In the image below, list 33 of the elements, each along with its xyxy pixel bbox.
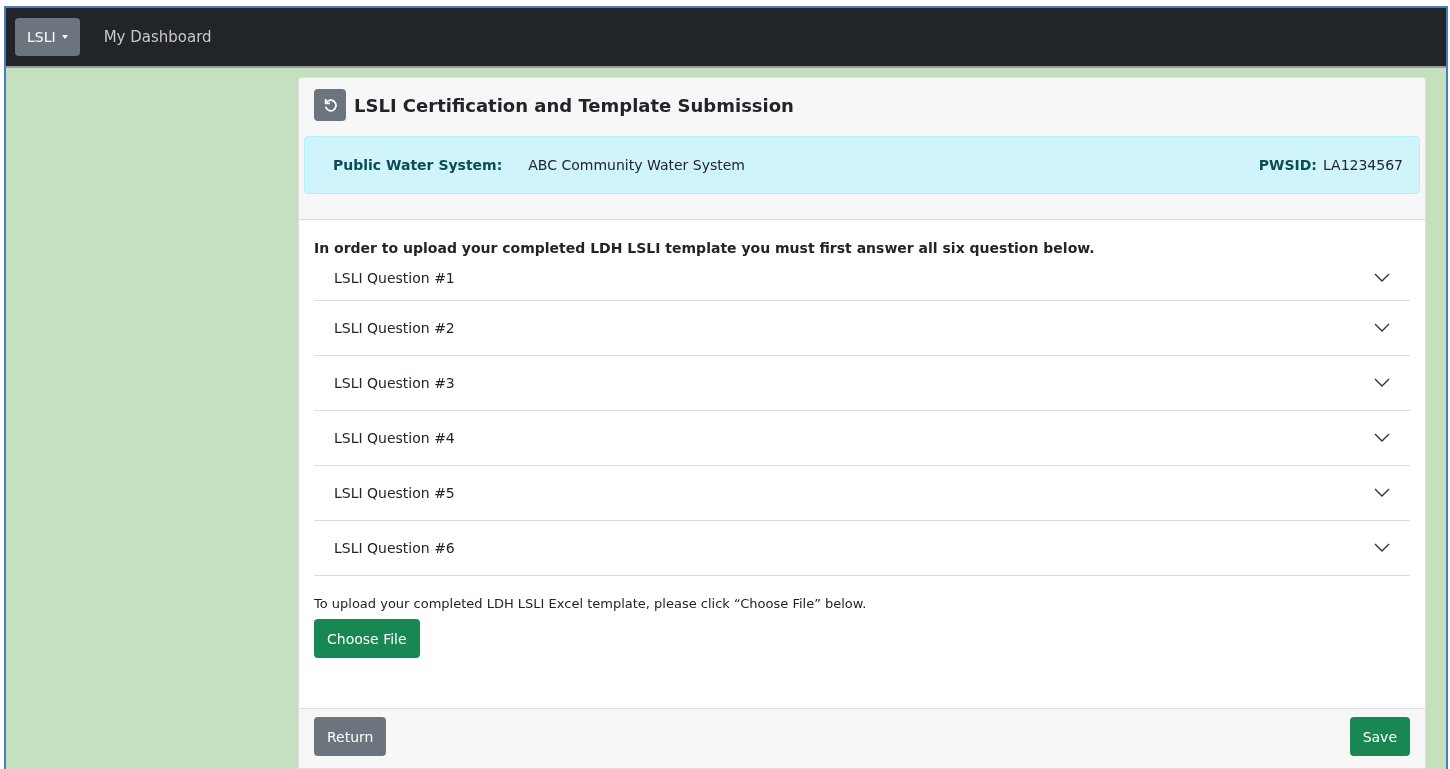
- accordion-item[interactable]: LSLI Question #2: [314, 301, 1410, 356]
- instructions-text: In order to upload your completed LDH LSLI template you must first answer all six question below.: [314, 240, 1096, 256]
- system-value: ABC Community Water System: [528, 157, 745, 173]
- question-label: LSLI Question #1: [334, 270, 455, 286]
- chevron-icon: [1374, 488, 1390, 498]
- upload-instructions: To upload your completed LDH LSLI Excel template, please click “Choose File” below.: [314, 596, 868, 611]
- lsli-menu-button[interactable]: LSLI: [15, 18, 80, 56]
- chevron-icon: [1374, 273, 1390, 283]
- question-label: LSLI Question #4: [334, 430, 455, 446]
- nav-link[interactable]: My Dashboard: [103, 28, 212, 46]
- accordion-item[interactable]: LSLI Question #3: [314, 356, 1410, 411]
- question-label: LSLI Question #5: [334, 485, 455, 501]
- chevron-icon: [1374, 323, 1390, 333]
- choose-file-button[interactable]: Choose File: [314, 619, 420, 658]
- undo-button[interactable]: [314, 89, 346, 121]
- accordion-item[interactable]: LSLI Question #6: [314, 521, 1410, 576]
- pwsid-value: LA1234567: [1322, 157, 1403, 173]
- undo-icon: [323, 98, 337, 112]
- caret-icon: [61, 35, 68, 39]
- return-button[interactable]: Return: [314, 717, 387, 756]
- page-title: LSLI Certification and Template Submission: [354, 94, 794, 116]
- pwsid-label: PWSID:: [1258, 157, 1317, 173]
- chevron-icon: [1374, 378, 1390, 388]
- question-label: LSLI Question #6: [334, 540, 455, 556]
- save-button[interactable]: Save: [1349, 717, 1410, 756]
- question-label: LSLI Question #2: [334, 320, 455, 336]
- accordion-item[interactable]: LSLI Question #1: [314, 256, 1410, 301]
- chevron-icon: [1374, 543, 1390, 553]
- question-label: LSLI Question #3: [334, 375, 455, 391]
- chevron-icon: [1374, 433, 1390, 443]
- accordion-item[interactable]: LSLI Question #4: [314, 411, 1410, 466]
- system-label: Public Water System:: [333, 157, 503, 173]
- accordion-item[interactable]: LSLI Question #5: [314, 466, 1410, 521]
